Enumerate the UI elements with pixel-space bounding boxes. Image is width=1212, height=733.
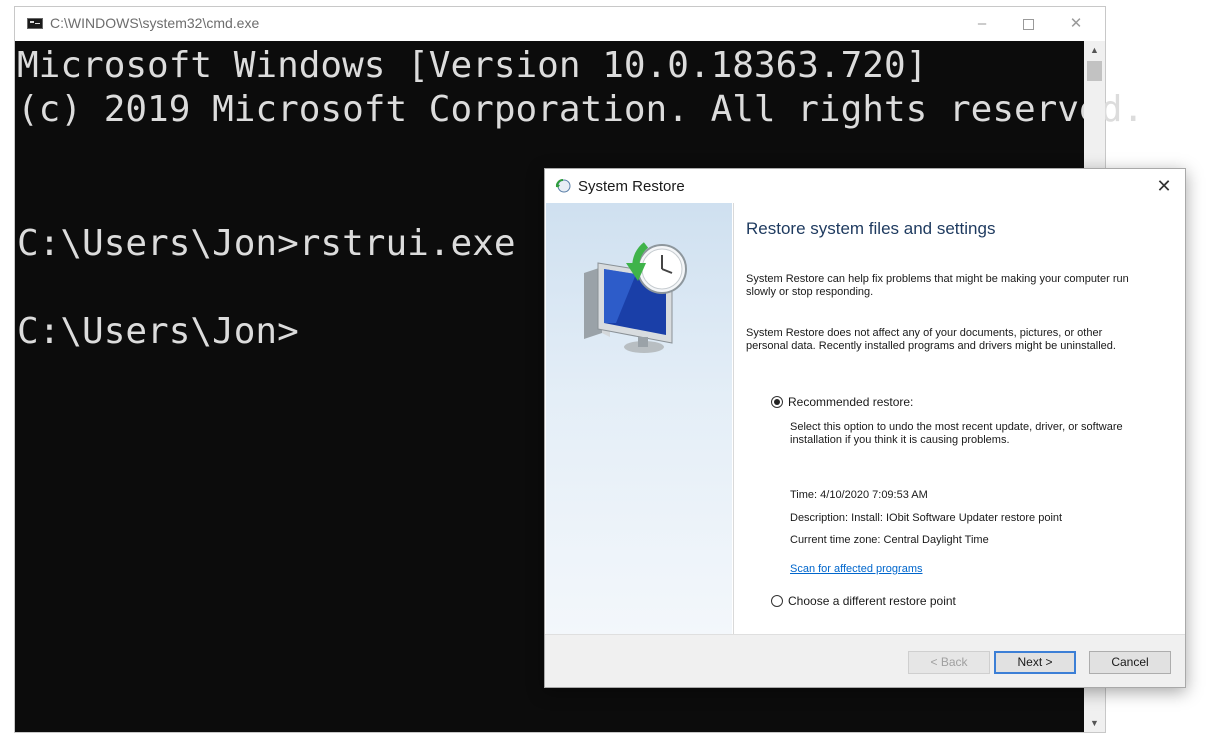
close-button[interactable]: ✕ [1147, 171, 1181, 201]
scroll-up-icon[interactable]: ▲ [1084, 41, 1105, 59]
restore-point-time: Time: 4/10/2020 7:09:53 AM [790, 489, 928, 501]
different-restore-point-radio[interactable] [771, 595, 783, 607]
page-title: Restore system files and settings [746, 219, 996, 238]
dialog-sidebar [546, 203, 732, 635]
scan-affected-programs-link[interactable]: Scan for affected programs [790, 563, 922, 575]
system-restore-icon [555, 178, 571, 193]
scroll-down-icon[interactable]: ▼ [1084, 714, 1105, 732]
recommended-restore-description: Select this option to undo the most rece… [790, 421, 1123, 446]
recommended-restore-label[interactable]: Recommended restore: [788, 395, 913, 409]
recommended-restore-radio[interactable] [771, 396, 783, 408]
console-line: (c) 2019 Microsoft Corporation. All righ… [17, 89, 1145, 130]
monitor-clock-icon [584, 242, 687, 353]
console-line: C:\Users\Jon>rstrui.exe [17, 223, 516, 264]
dialog-footer: < Back Next > Cancel [545, 634, 1185, 687]
maximize-icon [1022, 18, 1034, 30]
console-prompt-line: C:\Users\Jon> [17, 311, 299, 352]
next-button[interactable]: Next > [994, 651, 1076, 674]
info-text: System Restore does not affect any of yo… [746, 327, 1116, 352]
cmd-titlebar[interactable]: C:\WINDOWS\system32\cmd.exe – ✕ [15, 7, 1105, 41]
maximize-button[interactable] [1005, 11, 1051, 37]
different-restore-point-label[interactable]: Choose a different restore point [788, 594, 956, 608]
cmd-window-title: C:\WINDOWS\system32\cmd.exe [50, 15, 260, 31]
minimize-button[interactable]: – [959, 11, 1005, 37]
restore-point-description: Description: Install: IObit Software Upd… [790, 512, 1063, 524]
dialog-titlebar[interactable]: System Restore ✕ [545, 169, 1185, 203]
dialog-content: Restore system files and settings System… [733, 203, 1185, 635]
scroll-thumb[interactable] [1087, 61, 1102, 81]
cancel-button[interactable]: Cancel [1089, 651, 1171, 674]
dialog-title: System Restore [578, 178, 685, 195]
restore-point-timezone: Current time zone: Central Daylight Time [790, 534, 989, 546]
intro-text: System Restore can help fix problems tha… [746, 273, 1129, 298]
system-restore-dialog: System Restore ✕ Restore system files an… [544, 168, 1186, 688]
console-line: Microsoft Windows [Version 10.0.18363.72… [17, 45, 928, 86]
close-button[interactable]: ✕ [1053, 11, 1099, 37]
back-button[interactable]: < Back [908, 651, 990, 674]
console-icon [27, 18, 43, 29]
